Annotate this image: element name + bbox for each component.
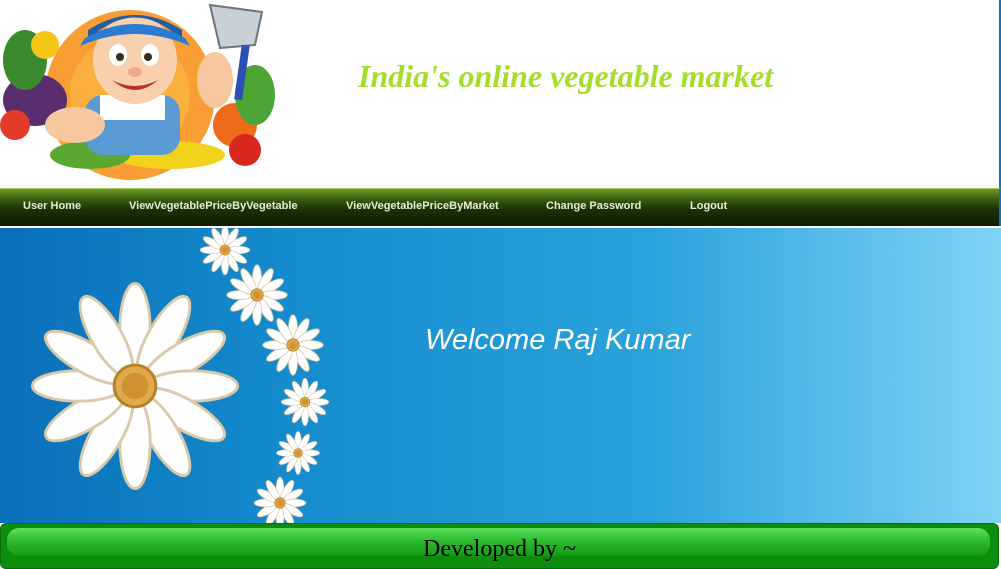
nav-user-home[interactable]: User Home	[23, 200, 81, 212]
daisy-flowers-icon	[30, 228, 330, 523]
welcome-message: Welcome Raj Kumar	[425, 324, 691, 356]
nav-change-password[interactable]: Change Password	[546, 200, 641, 212]
nav-view-price-by-market[interactable]: ViewVegetablePriceByMarket	[346, 200, 499, 212]
nav-view-price-by-vegetable[interactable]: ViewVegetablePriceByVegetable	[129, 200, 298, 212]
vegetable-farmer-mascot-icon	[0, 3, 275, 180]
page-header: India's online vegetable market	[0, 0, 1001, 188]
main-navbar: User Home ViewVegetablePriceByVegetable …	[0, 188, 1001, 226]
site-title: India's online vegetable market	[358, 58, 774, 94]
welcome-banner: Welcome Raj Kumar	[0, 228, 1001, 523]
page-footer: Developed by ~	[0, 523, 999, 569]
nav-logout[interactable]: Logout	[690, 200, 727, 212]
footer-credit: Developed by ~	[423, 536, 576, 562]
